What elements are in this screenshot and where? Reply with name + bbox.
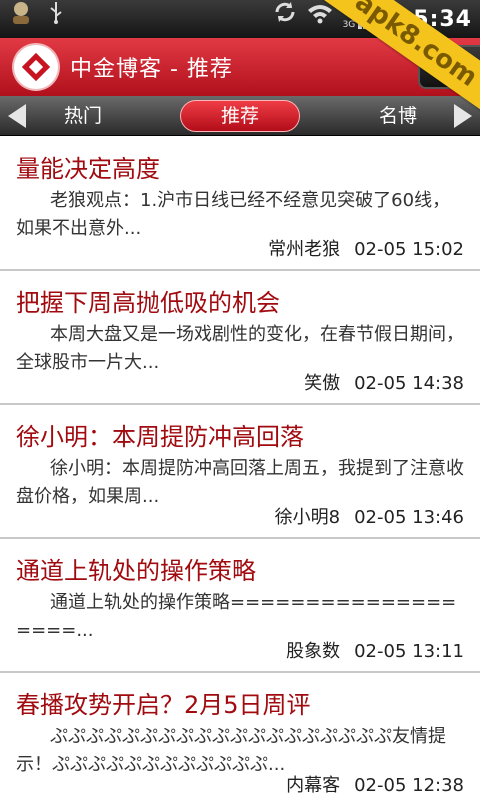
- page-title: 中金博客 - 推荐: [70, 57, 233, 82]
- article-title: 春播攻势开启？2月5日周评: [16, 691, 311, 719]
- article-title: 量能决定高度: [16, 155, 160, 183]
- article-title: 徐小明：本周提防冲高回落: [16, 423, 304, 451]
- article-time: 02-05 12:38: [354, 775, 464, 796]
- article-meta: 徐小明8 02-05 13:46: [275, 503, 464, 529]
- wifi-icon: [307, 0, 333, 38]
- article-time: 02-05 13:46: [354, 507, 464, 528]
- article-meta: 股象数 02-05 13:11: [286, 637, 464, 663]
- app-logo-icon: [14, 45, 58, 89]
- article-time: 02-05 14:38: [354, 373, 464, 394]
- tab-famous-blogs[interactable]: 名博: [356, 96, 440, 136]
- list-item[interactable]: 春播攻势开启？2月5日周评 ぷぷぷぷぷぷぷぷぷぷぷぷぷぷぷぷぷぷぷ友情提示！ぷぷ…: [0, 673, 480, 800]
- tab-hot[interactable]: 热门: [40, 96, 126, 136]
- tab-recommended[interactable]: 推荐: [180, 100, 300, 132]
- article-author: 内幕客: [286, 775, 341, 796]
- article-meta: 笑傲 02-05 14:38: [304, 369, 464, 395]
- article-time: 02-05 15:02: [354, 239, 464, 260]
- article-title: 把握下周高抛低吸的机会: [16, 289, 280, 317]
- list-item[interactable]: 把握下周高抛低吸的机会 本周大盘又是一场戏剧性的变化，在春节假日期间，全球股市一…: [0, 271, 480, 405]
- article-author: 徐小明8: [274, 507, 341, 528]
- article-author: 常州老狼: [268, 239, 341, 260]
- sync-icon: [273, 0, 297, 38]
- article-author: 股象数: [286, 641, 341, 662]
- article-time: 02-05 13:11: [354, 641, 464, 662]
- article-list: 量能决定高度 老狼观点：1.沪市日线已经不经意见突破了60线，如果不出意外...…: [0, 137, 480, 800]
- usb-icon: [48, 0, 64, 38]
- article-author: 笑傲: [304, 373, 341, 394]
- article-meta: 常州老狼 02-05 15:02: [268, 235, 464, 261]
- tab-scroll-right-icon[interactable]: [454, 104, 472, 128]
- network-type-label: 3G: [342, 20, 356, 30]
- list-item[interactable]: 通道上轨处的操作策略 通道上轨处的操作策略===================…: [0, 539, 480, 673]
- tab-scroll-left-icon[interactable]: [8, 104, 26, 128]
- tab-bar: 热门 推荐 名博: [0, 96, 480, 136]
- article-meta: 内幕客 02-05 12:38: [286, 771, 464, 797]
- article-title: 通道上轨处的操作策略: [16, 557, 256, 585]
- list-item[interactable]: 量能决定高度 老狼观点：1.沪市日线已经不经意见突破了60线，如果不出意外...…: [0, 137, 480, 271]
- avatar-icon: [8, 0, 34, 39]
- list-item[interactable]: 徐小明：本周提防冲高回落 徐小明：本周提防冲高回落上周五，我提到了注意收盘价格，…: [0, 405, 480, 539]
